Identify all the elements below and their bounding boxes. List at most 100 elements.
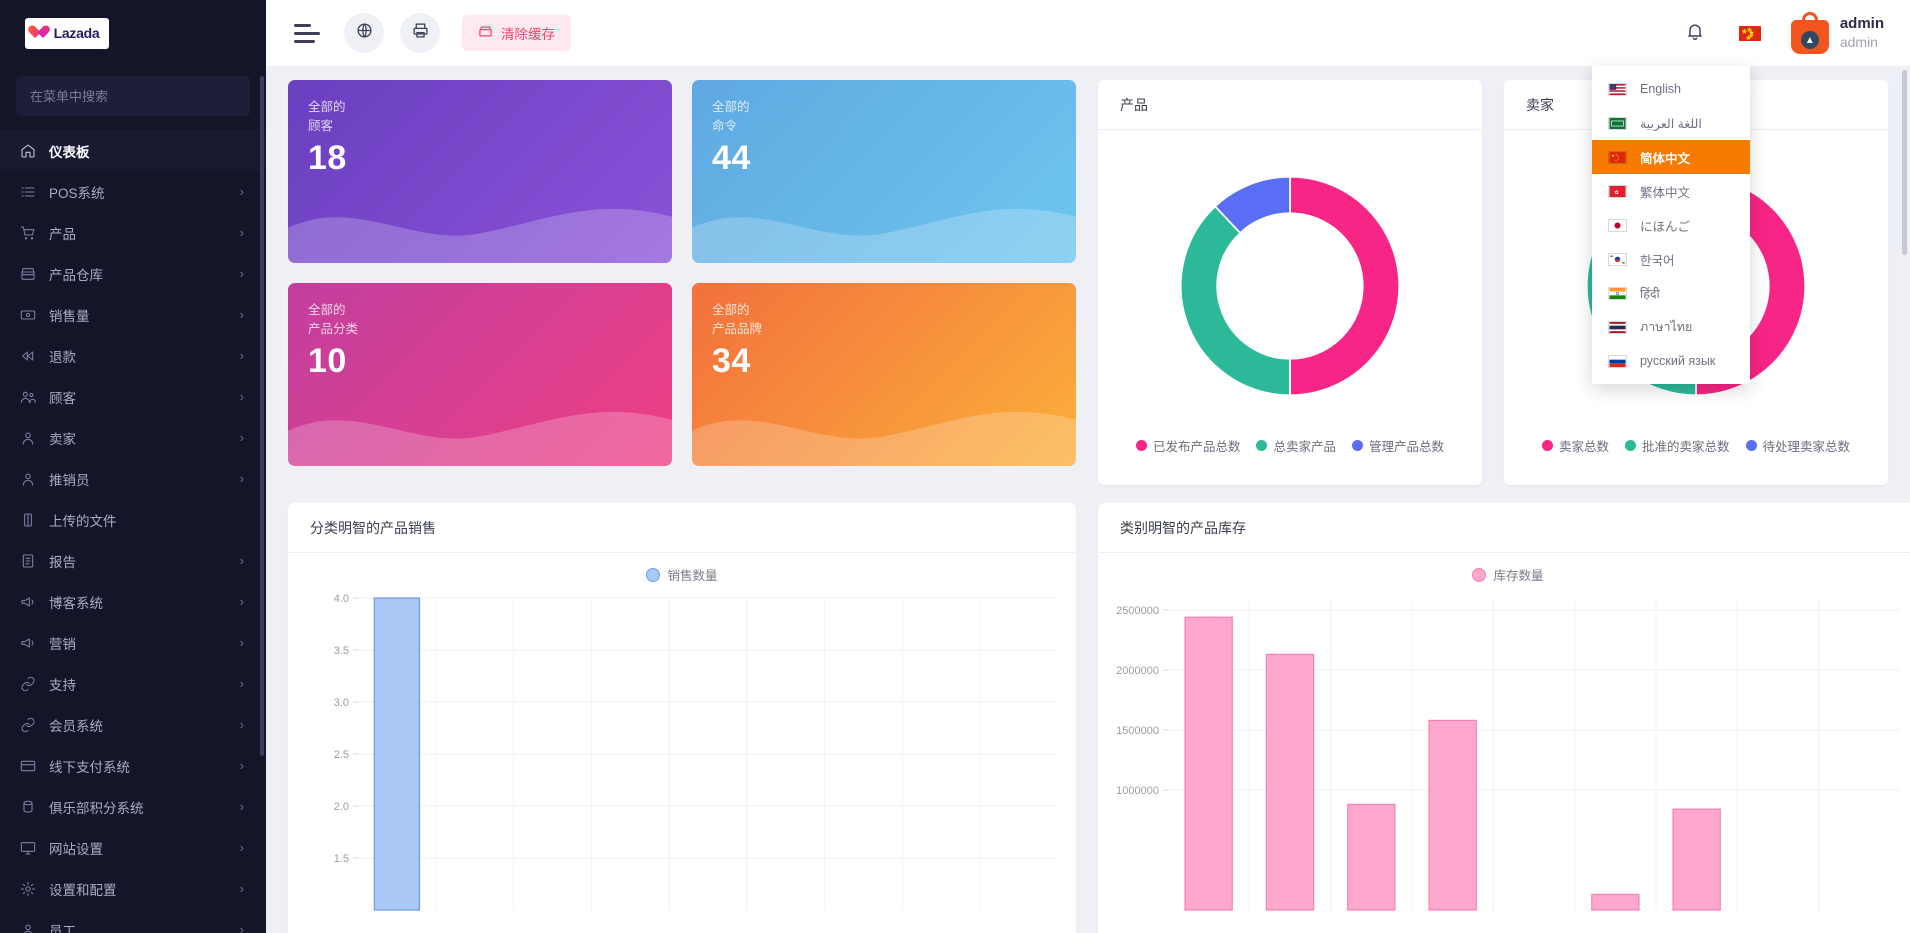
stat-card-1[interactable]: 全部的顾客18 [288, 80, 672, 263]
sidebar-item-label: 报告 [49, 551, 240, 571]
language-option-5[interactable]: にほんご [1592, 208, 1750, 242]
chevron-right-icon: › [240, 759, 244, 772]
sidebar-search-input[interactable] [16, 76, 250, 116]
sidebar-item-9[interactable]: 推销员› [0, 458, 266, 499]
sidebar-scrollbar[interactable] [260, 76, 264, 756]
donut-slice-1[interactable] [1290, 177, 1399, 395]
svg-text:★: ★ [1615, 159, 1617, 162]
bar-3[interactable] [1348, 804, 1395, 910]
sidebar-item-8[interactable]: 卖家› [0, 417, 266, 458]
legend-item-1[interactable]: 卖家总数 [1542, 436, 1609, 455]
brand-logo[interactable]: Lazada [0, 0, 266, 66]
language-option-7[interactable]: हिंदी [1592, 276, 1750, 310]
sidebar-item-label: 仪表板 [49, 141, 244, 161]
language-option-label: 한국어 [1640, 250, 1675, 269]
sidebar-item-6[interactable]: 退款› [0, 335, 266, 376]
legend-item-2[interactable]: 批准的卖家总数 [1625, 436, 1730, 455]
sidebar-item-14[interactable]: 支持› [0, 663, 266, 704]
bar-6[interactable] [1592, 894, 1639, 910]
chevron-right-icon: › [240, 472, 244, 485]
sales-chart-legend[interactable]: 销售数量 [288, 553, 1076, 588]
language-option-2[interactable]: اللغة العربية [1592, 106, 1750, 140]
language-option-label: ภาษาไทย [1640, 317, 1692, 337]
globe-button[interactable] [344, 13, 384, 53]
sidebar-item-5[interactable]: 销售量› [0, 294, 266, 335]
menu-toggle-icon[interactable] [294, 22, 322, 44]
sidebar-item-19[interactable]: 设置和配置› [0, 868, 266, 909]
legend-item-3[interactable]: 管理产品总数 [1352, 436, 1444, 455]
bar-2[interactable] [1266, 654, 1313, 910]
sidebar-item-12[interactable]: 博客系统› [0, 581, 266, 622]
chevron-right-icon: › [240, 390, 244, 403]
main-scrollbar[interactable] [1902, 70, 1907, 255]
megaphone-icon [20, 594, 39, 610]
language-option-4[interactable]: ✿繁体中文 [1592, 174, 1750, 208]
chevron-right-icon: › [240, 431, 244, 444]
legend-item-1[interactable]: 已发布产品总数 [1136, 436, 1241, 455]
language-option-1[interactable]: English [1592, 72, 1750, 106]
stat-card-3[interactable]: 全部的产品分类10 [288, 283, 672, 466]
bar-1[interactable] [1185, 617, 1232, 910]
user-menu[interactable]: ▲ admin admin [1791, 12, 1884, 54]
language-option-label: English [1640, 82, 1681, 96]
language-option-label: русский язык [1640, 354, 1715, 368]
sidebar-item-17[interactable]: 俱乐部积分系统› [0, 786, 266, 827]
y-axis-tick-label: 4.0 [334, 593, 349, 605]
sidebar-item-13[interactable]: 营销› [0, 622, 266, 663]
sidebar-item-7[interactable]: 顾客› [0, 376, 266, 417]
file-icon [20, 512, 39, 528]
sidebar-item-4[interactable]: 产品仓库› [0, 253, 266, 294]
sidebar-item-10[interactable]: 上传的文件 [0, 499, 266, 540]
user-icon [20, 922, 39, 933]
clear-cache-button[interactable]: 清除缓存 [462, 15, 571, 51]
sidebar-item-label: 线下支付系统 [49, 756, 240, 776]
sidebar-item-label: 产品 [49, 223, 240, 243]
lazada-heart-icon [35, 26, 50, 40]
avatar: ▲ [1791, 12, 1829, 54]
sidebar-item-3[interactable]: 产品› [0, 212, 266, 253]
language-selector-flag-icon[interactable]: ★ ★ ★ ★ ★ [1739, 26, 1761, 41]
sidebar-item-label: 销售量 [49, 305, 240, 325]
language-option-8[interactable]: ภาษาไทย [1592, 310, 1750, 344]
legend-swatch [1256, 440, 1267, 451]
trash-icon [478, 24, 493, 42]
sidebar-item-16[interactable]: 线下支付系统› [0, 745, 266, 786]
bar-4[interactable] [1429, 720, 1476, 910]
legend-item-3[interactable]: 待处理卖家总数 [1746, 436, 1851, 455]
stat-card-value: 44 [712, 139, 1056, 178]
stat-card-prefix: 全部的 [308, 301, 652, 320]
print-button[interactable] [400, 13, 440, 53]
chevron-right-icon: › [240, 267, 244, 280]
language-option-9[interactable]: русский язык [1592, 344, 1750, 378]
legend-swatch [1136, 440, 1147, 451]
legend-item-2[interactable]: 总卖家产品 [1256, 436, 1336, 455]
sidebar-item-20[interactable]: 员工› [0, 909, 266, 933]
legend-label: 已发布产品总数 [1153, 436, 1241, 455]
sidebar-item-15[interactable]: 会员系统› [0, 704, 266, 745]
sidebar-item-label: 顾客 [49, 387, 240, 407]
sidebar-item-11[interactable]: 报告› [0, 540, 266, 581]
language-option-3[interactable]: ★★★★★简体中文 [1592, 140, 1750, 174]
sellers-donut-legend: 卖家总数批准的卖家总数待处理卖家总数 [1504, 436, 1888, 455]
language-option-label: にほんご [1640, 216, 1690, 235]
stat-card-2[interactable]: 全部的命令44 [692, 80, 1076, 263]
sidebar-item-2[interactable]: POS系统› [0, 171, 266, 212]
stat-card-prefix: 全部的 [712, 301, 1056, 320]
stat-card-subject: 产品分类 [308, 320, 652, 339]
language-dropdown-menu[interactable]: English اللغة العربية★★★★★简体中文✿繁体中文にほんご 한국… [1592, 66, 1750, 384]
stock-chart-legend[interactable]: 库存数量 [1098, 553, 1910, 588]
chevron-right-icon: › [240, 226, 244, 239]
legend-swatch [1746, 440, 1757, 451]
bar-7[interactable] [1673, 809, 1720, 910]
sidebar-item-1[interactable]: 仪表板 [0, 130, 266, 171]
card-wave-decoration [288, 392, 672, 466]
app-root: Lazada 仪表板POS系统›产品›产品仓库›销售量›退款›顾客›卖家›推销员… [0, 0, 1910, 933]
stat-card-4[interactable]: 全部的产品品牌34 [692, 283, 1076, 466]
language-option-6[interactable]: 한국어 [1592, 242, 1750, 276]
stock-legend-label: 库存数量 [1493, 565, 1543, 584]
bar-1[interactable] [374, 598, 419, 910]
sidebar-item-18[interactable]: 网站设置› [0, 827, 266, 868]
chevron-right-icon: › [240, 882, 244, 895]
donut-slice-2[interactable] [1181, 206, 1290, 395]
notifications-bell-icon[interactable] [1685, 21, 1705, 46]
